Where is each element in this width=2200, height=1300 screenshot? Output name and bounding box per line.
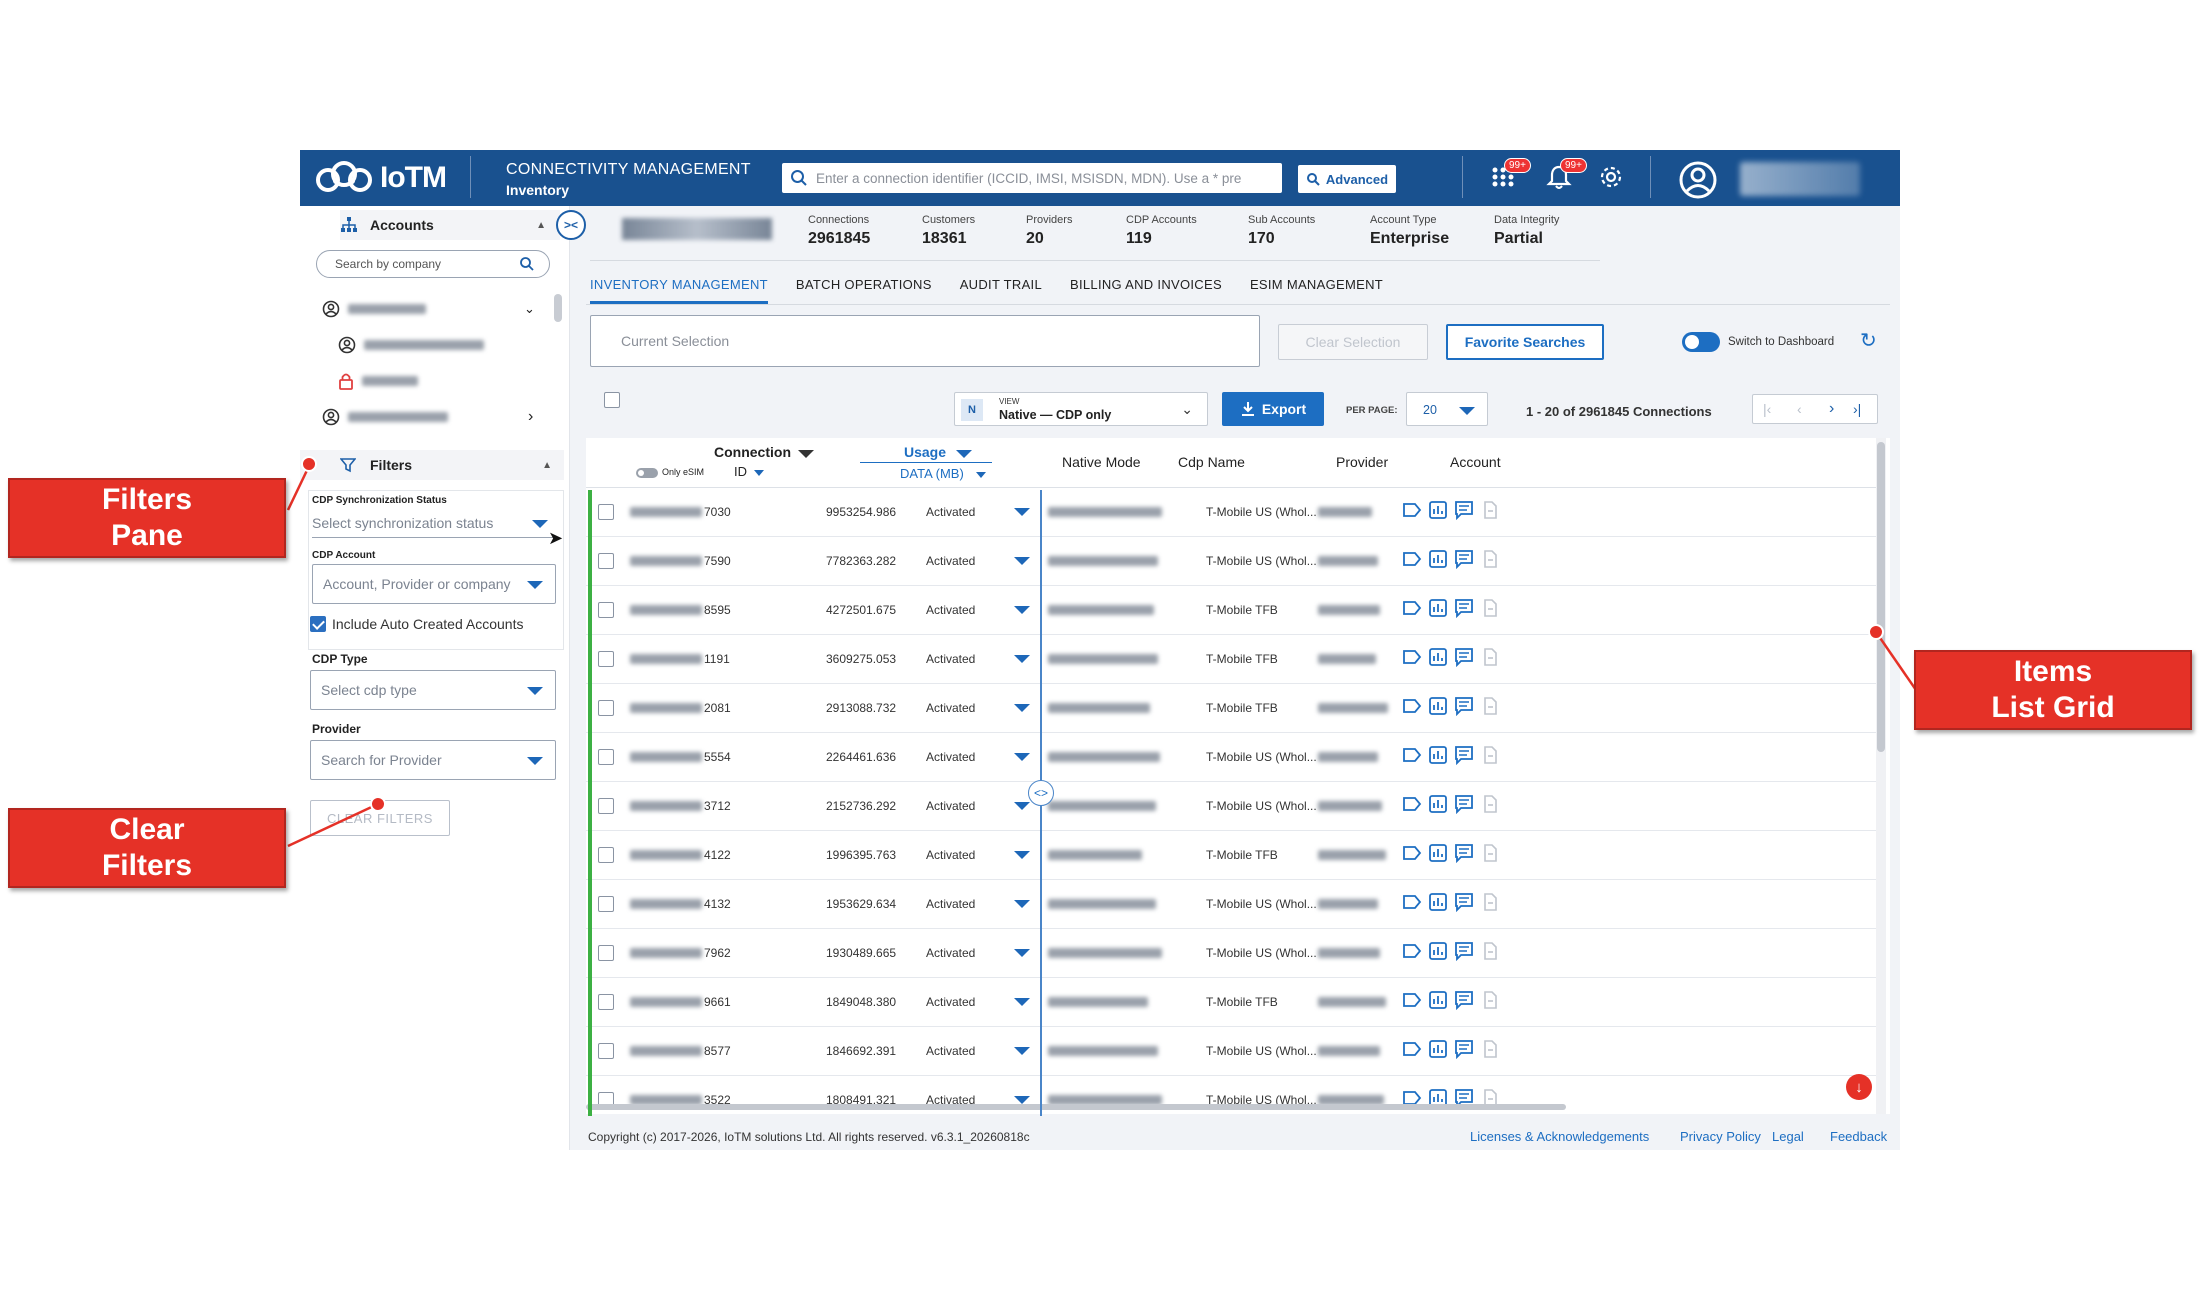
callout-line: Filters [101,483,193,516]
callout-line: Pane [111,519,183,552]
callout-dot [370,796,386,812]
callout-line: Items [2013,655,2093,688]
callout-dot [301,456,317,472]
callout-line: List Grid [1991,691,2115,724]
clear-filters-callout: Clear Filters [8,808,286,888]
items-list-grid-callout: Items List Grid [1914,650,2192,730]
filters-pane-callout: Filters Pane [8,478,286,558]
callout-dot [1868,624,1884,640]
callout-line: Clear [109,813,185,846]
callout-leader-lines [286,463,1918,848]
callout-line: Filters [101,849,193,882]
